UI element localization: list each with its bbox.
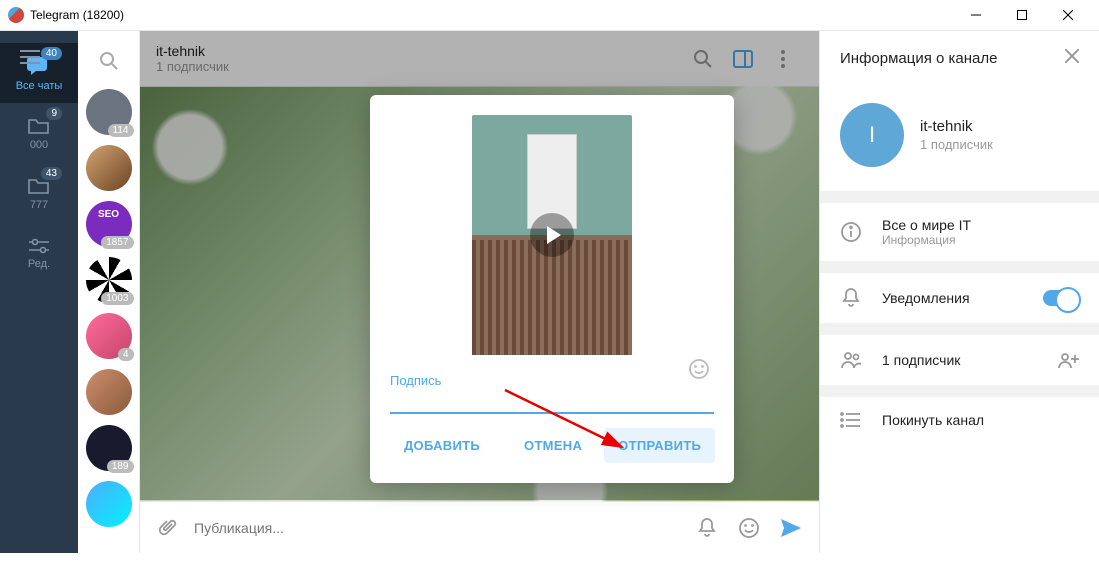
notifications-toggle[interactable] <box>1043 290 1079 306</box>
info-panel-title: Информация о канале <box>840 50 997 67</box>
caption-label: Подпись <box>390 373 714 388</box>
channel-subscribers: 1 подписчик <box>920 137 993 152</box>
chat-avatar[interactable]: 4 <box>86 313 132 359</box>
silent-button[interactable] <box>691 512 723 544</box>
divider <box>820 385 1099 397</box>
send-button[interactable] <box>775 512 807 544</box>
add-user-icon <box>1057 351 1079 369</box>
message-input-bar <box>140 501 819 553</box>
members-row[interactable]: 1 подписчик <box>820 335 1099 385</box>
caption-input[interactable] <box>390 412 714 414</box>
bell-icon <box>697 517 717 539</box>
paperclip-icon <box>157 517 179 539</box>
list-icon <box>840 411 862 429</box>
emoji-button[interactable] <box>733 512 765 544</box>
info-icon <box>840 221 862 243</box>
close-button[interactable] <box>1045 0 1091 31</box>
attach-button[interactable] <box>152 512 184 544</box>
settings-sliders-icon <box>27 237 51 255</box>
add-button[interactable]: ДОБАВИТЬ <box>390 428 494 463</box>
channel-avatar[interactable]: I <box>840 103 904 167</box>
divider <box>820 261 1099 273</box>
search-icon <box>99 51 119 71</box>
folder-sidebar: 40 Все чаты 9 000 43 777 Ред. <box>0 31 78 553</box>
divider <box>820 323 1099 335</box>
hamburger-icon <box>20 50 40 64</box>
app-logo-icon <box>8 7 24 23</box>
preview-content <box>472 240 632 355</box>
maximize-button[interactable] <box>999 0 1045 31</box>
play-icon <box>530 213 574 257</box>
folder-777[interactable]: 43 777 <box>0 163 78 223</box>
close-icon <box>1065 49 1079 63</box>
video-preview[interactable] <box>472 115 632 355</box>
window-titlebar: Telegram (18200) <box>0 0 1099 31</box>
notifications-row[interactable]: Уведомления <box>820 273 1099 323</box>
chat-avatar[interactable] <box>86 369 132 415</box>
channel-name: it-tehnik <box>920 118 993 135</box>
cancel-button[interactable]: ОТМЕНА <box>510 428 596 463</box>
minimize-button[interactable] <box>953 0 999 31</box>
chat-avatar[interactable]: 189 <box>86 425 132 471</box>
info-close-button[interactable] <box>1065 49 1079 68</box>
channel-profile: I it-tehnik 1 подписчик <box>820 87 1099 191</box>
menu-button[interactable] <box>20 50 40 69</box>
smile-icon <box>738 517 760 539</box>
divider <box>820 191 1099 203</box>
channel-description-row[interactable]: Все о мире ITИнформация <box>820 203 1099 261</box>
send-button[interactable]: ОТПРАВИТЬ <box>604 428 715 463</box>
bell-icon <box>840 287 862 309</box>
smile-icon <box>688 358 710 380</box>
send-media-modal: Подпись ДОБАВИТЬ ОТМЕНА ОТПРАВИТЬ <box>370 95 734 483</box>
search-button[interactable] <box>91 43 127 79</box>
window-title: Telegram (18200) <box>30 8 124 22</box>
info-panel: Информация о канале I it-tehnik 1 подпис… <box>819 31 1099 553</box>
folder-000[interactable]: 9 000 <box>0 103 78 163</box>
send-icon <box>779 517 803 539</box>
chat-avatar[interactable] <box>86 481 132 527</box>
folder-edit[interactable]: Ред. <box>0 223 78 283</box>
chat-avatar[interactable]: 1003 <box>86 257 132 303</box>
people-icon <box>840 349 862 371</box>
leave-channel-row[interactable]: Покинуть канал <box>820 397 1099 443</box>
caption-emoji-button[interactable] <box>688 358 710 385</box>
